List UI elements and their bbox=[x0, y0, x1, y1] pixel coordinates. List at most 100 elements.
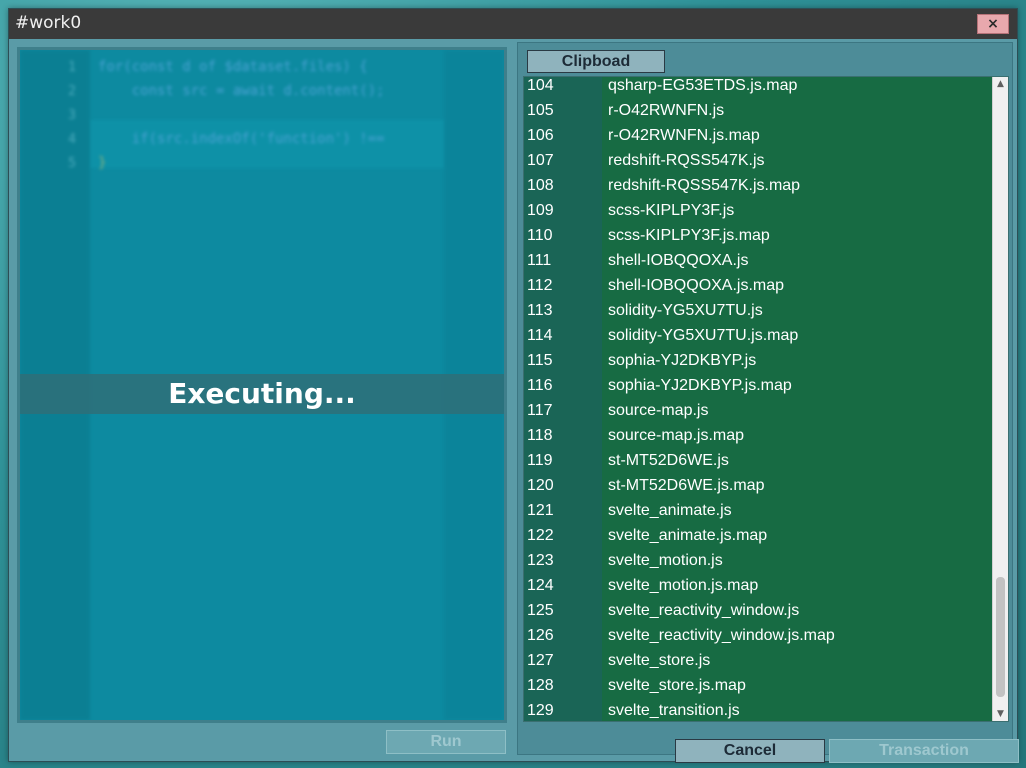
row-number: 127 bbox=[527, 652, 554, 669]
file-name: shell-IOBQQOXA.js.map bbox=[608, 277, 785, 294]
list-item[interactable]: 114 solidity-YG5XU7TU.js.map bbox=[524, 323, 994, 348]
row-number: 118 bbox=[527, 427, 553, 444]
file-name: svelte_animate.js bbox=[608, 502, 732, 519]
row-number: 111 bbox=[527, 252, 552, 269]
row-number: 122 bbox=[527, 527, 554, 544]
list-item[interactable]: 119 st-MT52D6WE.js bbox=[524, 448, 994, 473]
list-item[interactable]: 120 st-MT52D6WE.js.map bbox=[524, 473, 994, 498]
row-number: 104 bbox=[527, 77, 554, 94]
file-name: scss-KIPLPY3F.js bbox=[608, 202, 735, 219]
file-name: scss-KIPLPY3F.js.map bbox=[608, 227, 770, 244]
list-item[interactable]: 115 sophia-YJ2DKBYP.js bbox=[524, 348, 994, 373]
list-item[interactable]: 123 svelte_motion.js bbox=[524, 548, 994, 573]
row-number: 128 bbox=[527, 677, 554, 694]
row-number: 108 bbox=[527, 177, 554, 194]
list-item[interactable]: 122 svelte_animate.js.map bbox=[524, 523, 994, 548]
list-item[interactable]: 106 r-O42RWNFN.js.map bbox=[524, 123, 994, 148]
row-number: 117 bbox=[527, 402, 553, 419]
list-item[interactable]: 127 svelte_store.js bbox=[524, 648, 994, 673]
file-name: redshift-RQSS547K.js.map bbox=[608, 177, 801, 194]
close-button[interactable]: × bbox=[977, 14, 1009, 34]
list-item[interactable]: 104 qsharp-EG53ETDS.js.map bbox=[524, 77, 994, 98]
file-name: svelte_motion.js.map bbox=[608, 577, 759, 594]
code-editor-panel: 1 2 3 4 5 for(const d of $dataset.files)… bbox=[17, 47, 507, 723]
list-item[interactable]: 118 source-map.js.map bbox=[524, 423, 994, 448]
file-name: svelte_transition.js bbox=[608, 702, 740, 719]
executing-status: Executing... bbox=[168, 377, 356, 410]
transaction-button[interactable]: Transaction bbox=[829, 739, 1019, 763]
line-number: 3 bbox=[68, 108, 76, 123]
row-number: 106 bbox=[527, 127, 554, 144]
file-name: svelte_reactivity_window.js bbox=[608, 602, 800, 619]
row-number: 121 bbox=[527, 502, 554, 519]
file-name: solidity-YG5XU7TU.js.map bbox=[608, 327, 799, 344]
cancel-button[interactable]: Cancel bbox=[675, 739, 825, 763]
list-item[interactable]: 126 svelte_reactivity_window.js.map bbox=[524, 623, 994, 648]
row-number: 113 bbox=[527, 302, 553, 319]
tab-clipboard[interactable]: Clipboad bbox=[527, 50, 665, 73]
row-number: 120 bbox=[527, 477, 554, 494]
code-line: } bbox=[98, 155, 107, 171]
close-icon: × bbox=[987, 16, 999, 32]
list-item[interactable]: 125 svelte_reactivity_window.js bbox=[524, 598, 994, 623]
file-name: sophia-YJ2DKBYP.js bbox=[608, 352, 757, 369]
file-name: r-O42RWNFN.js bbox=[608, 102, 725, 119]
list-item[interactable]: 116 sophia-YJ2DKBYP.js.map bbox=[524, 373, 994, 398]
code-line: const src = await d.content(); bbox=[98, 83, 385, 99]
list-item[interactable]: 109 scss-KIPLPY3F.js bbox=[524, 198, 994, 223]
row-number: 126 bbox=[527, 627, 554, 644]
list-item[interactable]: 117 source-map.js bbox=[524, 398, 994, 423]
list-item[interactable]: 128 svelte_store.js.map bbox=[524, 673, 994, 698]
list-item[interactable]: 129 svelte_transition.js bbox=[524, 698, 994, 721]
file-name: qsharp-EG53ETDS.js.map bbox=[608, 77, 798, 94]
file-name: r-O42RWNFN.js.map bbox=[608, 127, 760, 144]
list-item[interactable]: 124 svelte_motion.js.map bbox=[524, 573, 994, 598]
file-name: source-map.js.map bbox=[608, 427, 745, 444]
row-number: 124 bbox=[527, 577, 554, 594]
scrollbar-thumb[interactable] bbox=[996, 577, 1005, 697]
clipboard-list[interactable]: 104 qsharp-EG53ETDS.js.map 105 r-O42RWNFN.j… bbox=[523, 76, 1009, 722]
row-number: 105 bbox=[527, 102, 554, 119]
row-number: 116 bbox=[527, 377, 553, 394]
list-item[interactable]: 105 r-O42RWNFN.js bbox=[524, 98, 994, 123]
code-line: if(src.indexOf('function') !== bbox=[98, 131, 385, 147]
window-title: #work0 bbox=[15, 13, 82, 33]
row-number: 110 bbox=[527, 227, 553, 244]
row-number: 107 bbox=[527, 152, 554, 169]
line-number: 2 bbox=[68, 84, 76, 99]
vertical-scrollbar[interactable]: ▲ ▼ bbox=[992, 77, 1008, 721]
run-button[interactable]: Run bbox=[386, 730, 506, 754]
row-number: 115 bbox=[527, 352, 553, 369]
file-name: solidity-YG5XU7TU.js bbox=[608, 302, 763, 319]
list-item[interactable]: 113 solidity-YG5XU7TU.js bbox=[524, 298, 994, 323]
file-name: sophia-YJ2DKBYP.js.map bbox=[608, 377, 792, 394]
row-number: 125 bbox=[527, 602, 554, 619]
title-bar[interactable]: #work0 × bbox=[9, 9, 1017, 39]
file-name: st-MT52D6WE.js.map bbox=[608, 477, 765, 494]
line-number: 5 bbox=[68, 156, 76, 171]
code-line: for(const d of $dataset.files) { bbox=[98, 59, 368, 75]
list-item[interactable]: 111 shell-IOBQQOXA.js bbox=[524, 248, 994, 273]
row-number: 109 bbox=[527, 202, 554, 219]
list-item[interactable]: 108 redshift-RQSS547K.js.map bbox=[524, 173, 994, 198]
file-name: redshift-RQSS547K.js bbox=[608, 152, 765, 169]
work-window: #work0 × 1 2 3 4 5 for(const d of $datas… bbox=[8, 8, 1019, 763]
list-item[interactable]: 121 svelte_animate.js bbox=[524, 498, 994, 523]
file-name: svelte_motion.js bbox=[608, 552, 723, 569]
row-number: 114 bbox=[527, 327, 553, 344]
list-item[interactable]: 112 shell-IOBQQOXA.js.map bbox=[524, 273, 994, 298]
line-number: 1 bbox=[68, 60, 76, 75]
scroll-down-icon[interactable]: ▼ bbox=[993, 707, 1008, 721]
row-number: 112 bbox=[527, 277, 553, 294]
row-number: 129 bbox=[527, 702, 554, 719]
file-name: shell-IOBQQOXA.js bbox=[608, 252, 749, 269]
file-name: svelte_store.js.map bbox=[608, 677, 746, 694]
clipboard-panel: Clipboad 104 qsharp-EG53ETDS.js.map 105 r-O… bbox=[517, 42, 1019, 763]
scroll-up-icon[interactable]: ▲ bbox=[993, 77, 1008, 91]
row-number: 123 bbox=[527, 552, 554, 569]
row-number: 119 bbox=[527, 452, 553, 469]
file-name: svelte_animate.js.map bbox=[608, 527, 768, 544]
list-item[interactable]: 110 scss-KIPLPY3F.js.map bbox=[524, 223, 994, 248]
list-item[interactable]: 107 redshift-RQSS547K.js bbox=[524, 148, 994, 173]
file-name: st-MT52D6WE.js bbox=[608, 452, 729, 469]
